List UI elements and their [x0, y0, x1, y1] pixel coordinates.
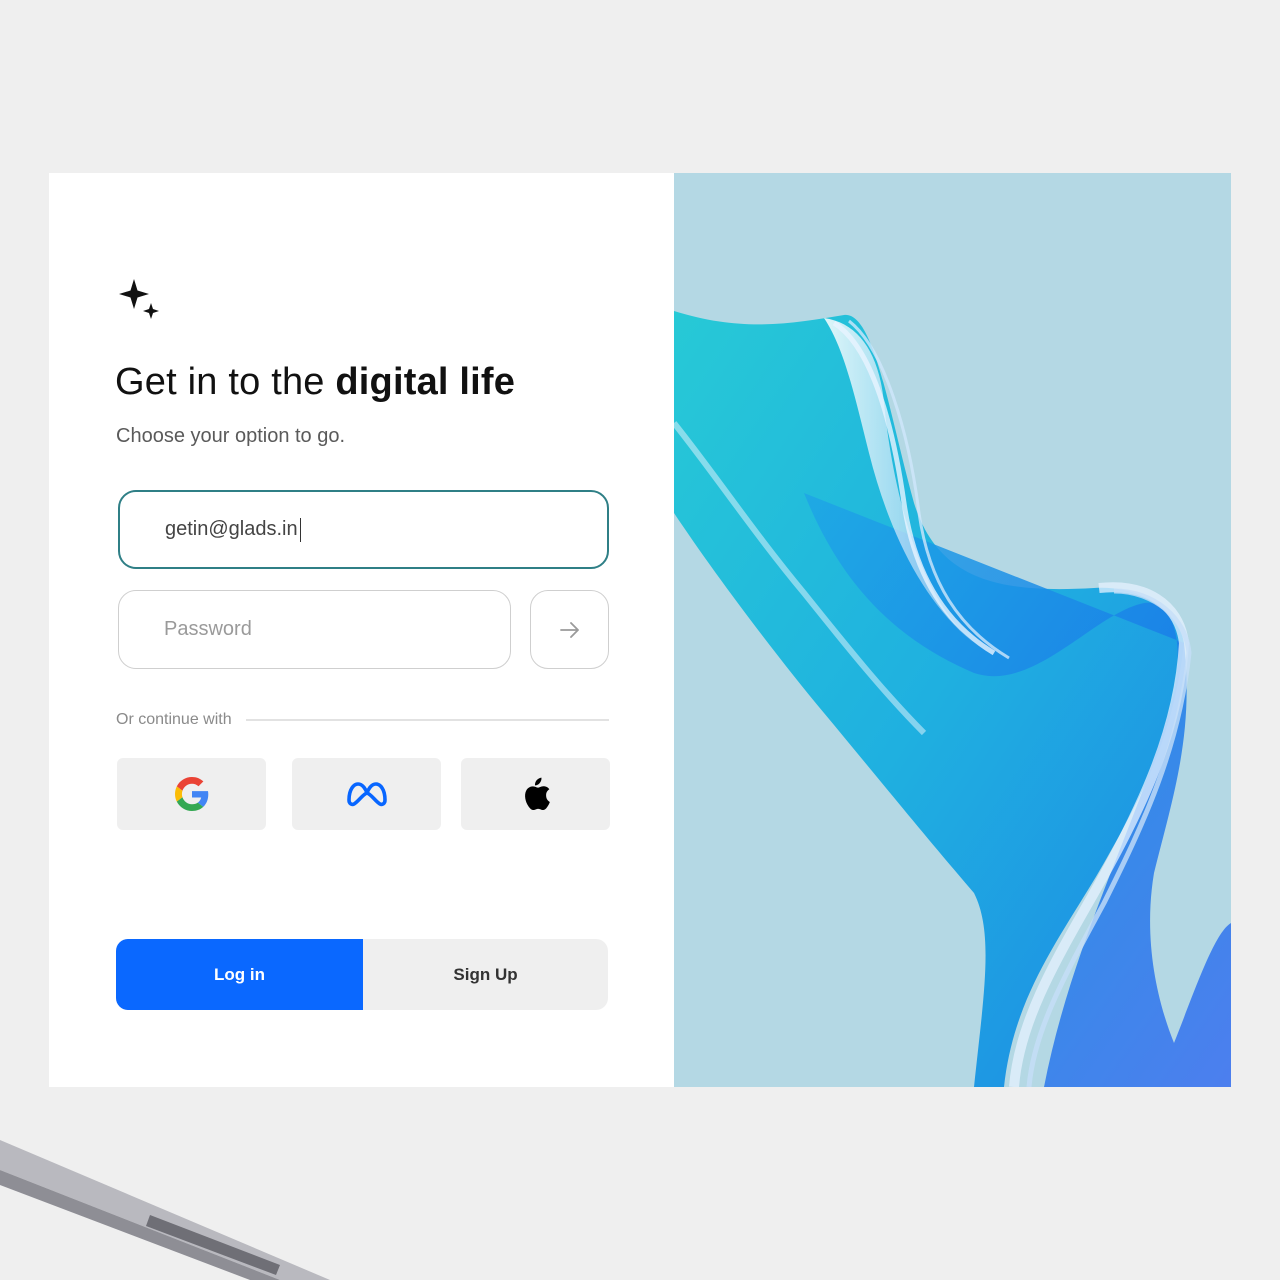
- subtitle: Choose your option to go.: [116, 425, 346, 447]
- sparkle-icon: [119, 279, 159, 319]
- meta-icon: [346, 782, 387, 807]
- laptop-edge: [0, 1140, 330, 1280]
- password-field[interactable]: Password: [118, 590, 511, 669]
- hero-image: [674, 173, 1231, 1087]
- submit-arrow-button[interactable]: [530, 590, 609, 669]
- headline-normal: Get in to the: [115, 361, 336, 403]
- signup-tab[interactable]: Sign Up: [363, 939, 608, 1010]
- meta-login-button[interactable]: [292, 758, 441, 830]
- login-card: Get in to the digital life Choose your o…: [49, 173, 1231, 1087]
- apple-icon: [524, 777, 550, 811]
- continue-divider: Or continue with: [116, 709, 609, 731]
- auth-toggle: Log in Sign Up: [116, 939, 608, 1010]
- email-value: getin@glads.in: [165, 518, 298, 540]
- divider-line: [245, 719, 609, 721]
- text-cursor: [299, 517, 302, 542]
- arrow-right-icon: [559, 621, 579, 638]
- login-panel: Get in to the digital life Choose your o…: [49, 173, 674, 1087]
- google-login-button[interactable]: [117, 758, 266, 830]
- login-tab[interactable]: Log in: [116, 939, 363, 1010]
- page-title: Get in to the digital life: [115, 361, 515, 404]
- apple-login-button[interactable]: [461, 758, 610, 830]
- email-field[interactable]: getin@glads.in: [118, 490, 609, 569]
- password-placeholder: Password: [164, 618, 252, 640]
- headline-bold: digital life: [335, 361, 516, 403]
- google-icon: [174, 777, 208, 811]
- abstract-ribbon-artwork: [674, 311, 1231, 1087]
- divider-label: Or continue with: [116, 711, 232, 728]
